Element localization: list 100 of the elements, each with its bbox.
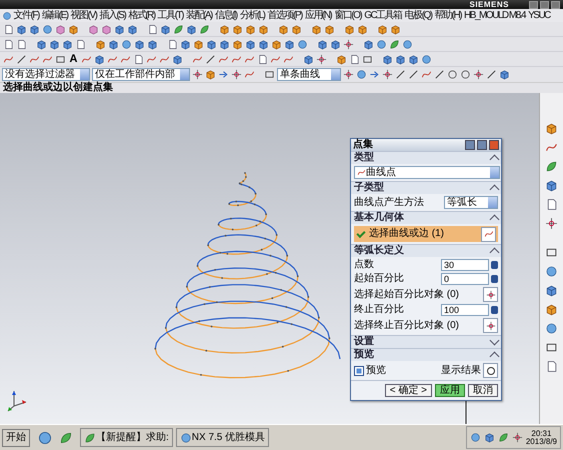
menu-item[interactable]: 装配(A) xyxy=(184,10,214,22)
cube-icon[interactable] xyxy=(499,69,510,80)
cube-icon[interactable] xyxy=(545,179,558,192)
line-icon[interactable] xyxy=(434,69,445,80)
menu-item[interactable]: 分析(L) xyxy=(238,10,266,22)
curve-icon[interactable] xyxy=(42,54,53,64)
type-dropdown[interactable]: 曲线点 xyxy=(354,166,500,179)
leaf-icon[interactable] xyxy=(199,24,210,34)
curve-icon[interactable] xyxy=(81,54,92,64)
cube-icon[interactable] xyxy=(382,54,393,64)
cube-icon[interactable] xyxy=(134,38,145,50)
start-button[interactable]: 开始 xyxy=(2,428,30,446)
sphere-icon[interactable] xyxy=(376,38,387,50)
cube-icon[interactable] xyxy=(330,38,341,50)
curve-icon[interactable] xyxy=(29,54,40,64)
sphere-icon[interactable] xyxy=(42,24,53,34)
leaf-icon[interactable] xyxy=(498,432,509,443)
method-dropdown[interactable]: 等弧长 xyxy=(444,196,498,209)
cube-icon[interactable] xyxy=(62,38,73,50)
cube-icon[interactable] xyxy=(127,24,138,34)
cube-icon[interactable] xyxy=(95,38,106,50)
section-header[interactable]: 预览 xyxy=(351,348,501,361)
show-result-button[interactable] xyxy=(483,363,498,378)
point-pick-button[interactable] xyxy=(483,318,498,333)
cube-icon[interactable] xyxy=(219,24,230,34)
taskbar-button[interactable]: NX 7.5 优胜模具 xyxy=(176,428,270,447)
line-icon[interactable] xyxy=(408,69,419,80)
cube-icon[interactable] xyxy=(16,24,27,34)
curve-icon[interactable] xyxy=(244,54,255,64)
curve-icon[interactable] xyxy=(192,54,203,64)
cube-icon[interactable] xyxy=(390,24,401,34)
sphere-icon[interactable] xyxy=(421,54,432,64)
menu-item[interactable]: 文件(F) xyxy=(12,10,40,22)
sphere-icon[interactable] xyxy=(545,265,558,278)
curve-selection-row[interactable]: 选择曲线或边 (1) xyxy=(354,226,498,242)
line-icon[interactable] xyxy=(395,69,406,80)
curve-icon[interactable] xyxy=(3,54,14,64)
curve-icon[interactable] xyxy=(107,54,118,64)
menu-item[interactable]: 插入(S) xyxy=(98,10,127,22)
arrow-icon[interactable] xyxy=(218,69,229,80)
sphere-icon[interactable] xyxy=(356,69,367,80)
dialog-button[interactable]: 取消 xyxy=(468,384,498,397)
cube-icon[interactable] xyxy=(108,38,119,50)
menu-item[interactable]: 帮助(H) xyxy=(433,10,463,22)
crosshair-icon[interactable] xyxy=(192,69,203,80)
cube-icon[interactable] xyxy=(232,24,243,34)
section-header[interactable]: 等弧长定义 xyxy=(351,244,501,257)
graphics-viewport[interactable]: 点集 类型 曲线点 子类型 曲线点产生方法 等弧长 基本几何体 选择曲线或边 (1) 等弧长定义 点数 30 起始百分比 0 选择起始百分比对象 (0) 终止百分比 100 选择终止百分比对象 (0) 设置 预览 预览 显示结果 < 确定 > 应用 取消 xyxy=(0,93,539,424)
section-header[interactable]: 类型 xyxy=(351,151,501,164)
text-tool-button[interactable]: A xyxy=(68,54,79,64)
cube-icon[interactable] xyxy=(258,38,269,50)
cube-icon[interactable] xyxy=(245,38,256,50)
circle-icon[interactable] xyxy=(447,69,458,80)
number-field[interactable]: 100 xyxy=(441,304,489,316)
rectangle-icon[interactable] xyxy=(362,54,373,64)
cube-icon[interactable] xyxy=(545,122,558,135)
curve-select-button[interactable] xyxy=(481,226,496,242)
number-field[interactable]: 30 xyxy=(441,259,489,271)
dialog-button[interactable]: 应用 xyxy=(435,384,465,397)
menu-item[interactable]: GC工具箱 xyxy=(362,10,404,22)
menu-item[interactable]: 应用(N) xyxy=(303,10,333,22)
cube-icon[interactable] xyxy=(36,38,47,50)
menu-item[interactable]: YSUC xyxy=(526,10,552,22)
leaf-icon[interactable] xyxy=(173,24,184,34)
number-field[interactable]: 0 xyxy=(441,273,489,285)
cube-icon[interactable] xyxy=(147,38,158,50)
cube-icon[interactable] xyxy=(545,284,558,297)
curve-icon[interactable] xyxy=(159,54,170,64)
line-icon[interactable] xyxy=(486,69,497,80)
cube-icon[interactable] xyxy=(160,24,171,34)
cube-icon[interactable] xyxy=(363,38,374,50)
cube-icon[interactable] xyxy=(186,24,197,34)
curve-rule-dropdown[interactable]: 单条曲线 xyxy=(277,68,341,81)
crosshair-icon[interactable] xyxy=(512,432,523,443)
cube-icon[interactable] xyxy=(545,303,558,316)
cube-icon[interactable] xyxy=(180,38,191,50)
cube-icon[interactable] xyxy=(291,24,302,34)
menu-item[interactable]: 编辑(E) xyxy=(40,10,70,22)
rectangle-icon[interactable] xyxy=(264,69,275,80)
cube-icon[interactable] xyxy=(377,24,388,34)
sphere-icon[interactable] xyxy=(545,322,558,335)
sphere-icon[interactable] xyxy=(37,430,53,446)
sphere-icon[interactable] xyxy=(297,38,308,50)
section-header[interactable]: 设置 xyxy=(351,335,501,348)
cube-icon[interactable] xyxy=(219,38,230,50)
type-filter-dropdown[interactable]: 没有选择过滤器 xyxy=(2,68,90,81)
curve-icon[interactable] xyxy=(218,54,229,64)
cube-icon[interactable] xyxy=(232,38,243,50)
curve-icon[interactable] xyxy=(231,54,242,64)
cube-icon[interactable] xyxy=(68,24,79,34)
taskbar-button[interactable]: 【新提醒】求助: xyxy=(80,428,173,447)
cube-icon[interactable] xyxy=(29,24,40,34)
line-icon[interactable] xyxy=(16,54,27,64)
arrow-icon[interactable] xyxy=(369,69,380,80)
curve-icon[interactable] xyxy=(270,54,281,64)
point-pick-button[interactable] xyxy=(483,287,498,302)
sphere-icon[interactable] xyxy=(470,432,481,443)
sphere-icon[interactable] xyxy=(121,38,132,50)
menu-item[interactable]: 工具(T) xyxy=(156,10,184,22)
cube-icon[interactable] xyxy=(408,54,419,64)
